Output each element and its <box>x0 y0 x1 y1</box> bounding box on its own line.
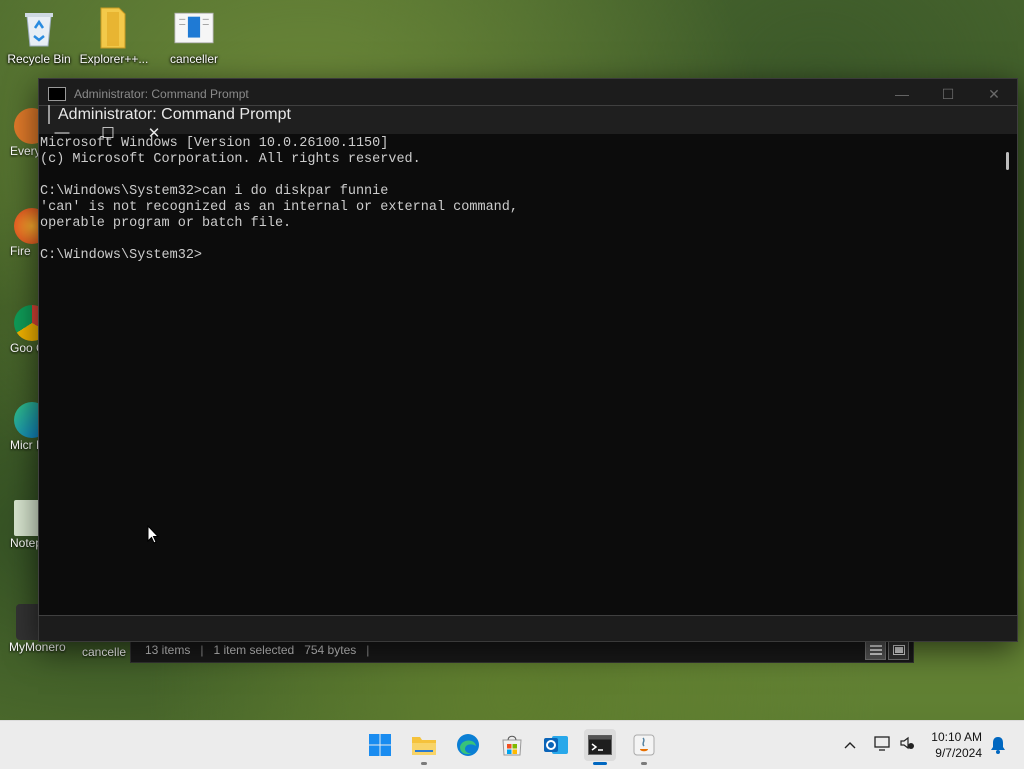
console-line: 'can' is not recognized as an internal o… <box>40 200 518 215</box>
clock[interactable]: 10:10 AM 9/7/2024 <box>931 729 982 761</box>
desktop-icon-explorerpp[interactable]: Explorer++... <box>76 7 152 66</box>
firefox-icon <box>14 208 40 244</box>
selected-count: 1 item selected <box>213 643 295 657</box>
separator: | <box>200 643 204 657</box>
outlook-icon <box>544 736 568 754</box>
large-icons-view-icon[interactable] <box>888 640 909 660</box>
store-icon <box>502 735 522 756</box>
desktop-icon-label: Goo Chr <box>10 341 40 355</box>
vertical-scrollbar[interactable] <box>999 135 1017 615</box>
taskbar-outlook[interactable] <box>540 729 572 761</box>
desktop-icon-everything[interactable]: Every <box>0 108 40 158</box>
recycle-bin-icon <box>19 8 59 48</box>
notepad-icon <box>14 500 40 536</box>
desktop-icon-canceller-2[interactable]: cancelle <box>82 645 132 659</box>
chrome-icon <box>14 305 40 341</box>
cmd-icon <box>48 105 50 124</box>
items-count: 13 items <box>145 643 191 657</box>
mouse-pointer-icon <box>147 524 160 550</box>
desktop-icon-chrome[interactable]: Goo Chr <box>0 305 40 355</box>
desktop-icon-label: canceller <box>169 52 219 66</box>
volume-muted-icon[interactable] <box>896 735 918 756</box>
desktop-icon-label: MyMonero <box>9 640 66 654</box>
console-prompt-line[interactable]: C:\Windows\System32> <box>40 248 999 264</box>
desktop-icon-canceller[interactable]: canceller <box>156 8 232 66</box>
folder-icon <box>94 7 134 49</box>
taskbar-jdownloader[interactable] <box>628 729 660 765</box>
desktop-icon-edge[interactable]: Micr Ed <box>0 402 40 452</box>
status-bar: 13 items | 1 item selected 754 bytes | <box>145 643 369 657</box>
taskbar-store[interactable] <box>496 729 528 761</box>
separator: | <box>366 643 370 657</box>
edge-icon <box>457 734 479 756</box>
start-button[interactable] <box>364 729 396 761</box>
desktop-icon-label: Micr Ed <box>10 438 40 452</box>
view-buttons <box>865 640 909 660</box>
scrollbar-thumb[interactable] <box>1006 152 1009 170</box>
desktop-icon-label: cancelle <box>82 645 127 659</box>
terminal-icon <box>588 735 612 755</box>
taskbar-edge[interactable] <box>452 729 484 761</box>
network-icon[interactable] <box>870 735 896 756</box>
console-line: operable program or batch file. <box>40 216 292 231</box>
desktop-icon-label: Fire <box>10 244 31 258</box>
title-bar[interactable]: Administrator: Command Prompt — ☐ ✕ <box>39 105 1017 142</box>
folder-icon <box>412 737 436 755</box>
system-tray <box>840 721 918 769</box>
console-line: C:\Windows\System32>can i do diskpar fun… <box>40 184 389 199</box>
console-line: (c) Microsoft Corporation. All rights re… <box>40 152 421 167</box>
console-line: Microsoft Windows [Version 10.0.26100.11… <box>40 136 389 151</box>
cmd-icon <box>48 87 66 101</box>
details-view-icon[interactable] <box>865 640 886 660</box>
desktop-icon-label: Explorer++... <box>79 52 149 66</box>
desktop-icon-label: Recycle Bin <box>7 52 71 66</box>
desktop-icon-firefox[interactable]: Fire <box>0 208 40 258</box>
maximize-button[interactable]: ☐ <box>925 86 971 103</box>
taskbar-file-explorer[interactable] <box>408 729 440 765</box>
window-title: Administrator: Command Prompt <box>74 87 249 101</box>
close-button[interactable]: ✕ <box>971 86 1017 103</box>
taskbar-terminal[interactable] <box>584 729 616 765</box>
minimize-button[interactable]: — <box>879 86 925 103</box>
cmd-window[interactable]: Administrator: Command Prompt — ☐ ✕ Micr… <box>38 105 1018 616</box>
console-output[interactable]: Microsoft Windows [Version 10.0.26100.11… <box>39 135 999 615</box>
desktop-icon-notepad[interactable]: Notep <box>0 500 40 550</box>
desktop-icon-label: Every <box>10 144 40 158</box>
clock-date: 9/7/2024 <box>935 746 982 760</box>
desktop-icon-recycle-bin[interactable]: Recycle Bin <box>1 8 77 66</box>
search-icon <box>14 108 40 144</box>
edge-icon <box>14 402 40 438</box>
windows-logo-icon <box>369 734 391 756</box>
clock-time: 10:10 AM <box>931 730 982 744</box>
chevron-up-icon[interactable] <box>840 736 860 754</box>
taskbar: 10:10 AM 9/7/2024 <box>0 720 1024 769</box>
desktop-icon-label: Notep <box>10 536 40 550</box>
document-icon <box>174 8 214 48</box>
java-app-icon <box>633 734 655 756</box>
selected-size: 754 bytes <box>304 643 357 657</box>
notification-bell-icon[interactable] <box>990 736 1006 759</box>
window-title: Administrator: Command Prompt <box>58 106 291 123</box>
